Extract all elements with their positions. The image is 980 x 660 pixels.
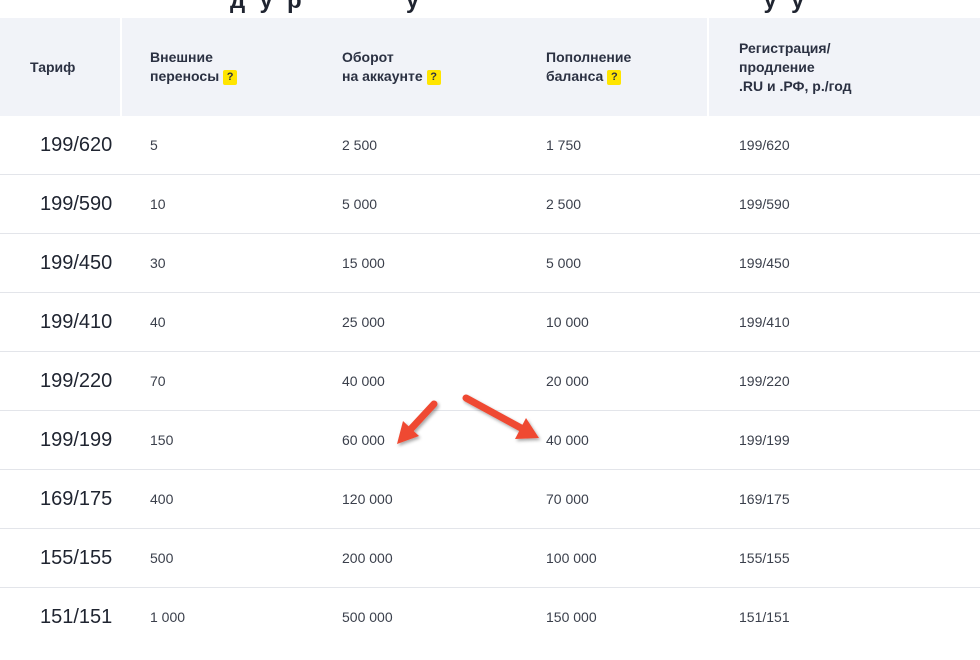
cell-topup: 40 000 bbox=[546, 432, 589, 448]
cell-turnover: 60 000 bbox=[342, 432, 385, 448]
table-row: 199/450 30 15 000 5 000 199/450 bbox=[0, 234, 980, 293]
cell-turnover: 2 500 bbox=[342, 137, 378, 153]
cell-registration: 199/199 bbox=[739, 432, 790, 448]
table-body: 199/620 5 2 500 1 750 199/620 199/590 10… bbox=[0, 116, 980, 646]
cell-transfers: 500 bbox=[150, 550, 174, 566]
cell-registration: 199/620 bbox=[739, 137, 790, 153]
cell-topup: 2 500 bbox=[546, 196, 582, 212]
cell-transfers: 40 bbox=[150, 314, 166, 330]
cell-tariff: 199/220 bbox=[40, 370, 113, 392]
table-row: 199/620 5 2 500 1 750 199/620 bbox=[0, 116, 980, 175]
help-icon[interactable]: ? bbox=[426, 70, 441, 85]
cell-topup: 150 000 bbox=[546, 609, 597, 625]
header-topup-line2: баланса bbox=[546, 68, 604, 84]
cell-tariff: 169/175 bbox=[40, 488, 113, 510]
cell-topup: 100 000 bbox=[546, 550, 597, 566]
cell-tariff: 199/199 bbox=[40, 429, 113, 451]
cell-registration: 169/175 bbox=[739, 491, 790, 507]
cell-registration: 155/155 bbox=[739, 550, 790, 566]
cell-registration: 199/450 bbox=[739, 255, 790, 271]
cell-transfers: 5 bbox=[150, 137, 158, 153]
cell-transfers: 150 bbox=[150, 432, 174, 448]
table-row: 199/410 40 25 000 10 000 199/410 bbox=[0, 293, 980, 352]
table-row: 199/590 10 5 000 2 500 199/590 bbox=[0, 175, 980, 234]
header-transfers-line1: Внешние bbox=[150, 49, 213, 65]
header-topup: Пополнение баланса? bbox=[546, 18, 631, 116]
cell-turnover: 200 000 bbox=[342, 550, 393, 566]
cell-transfers: 10 bbox=[150, 196, 166, 212]
cell-registration: 199/590 bbox=[739, 196, 790, 212]
cell-topup: 5 000 bbox=[546, 255, 582, 271]
header-divider bbox=[120, 18, 122, 116]
cell-topup: 1 750 bbox=[546, 137, 582, 153]
table-header: Тариф Внешние переносы? Оборот на аккаун… bbox=[0, 18, 980, 116]
cell-turnover: 15 000 bbox=[342, 255, 385, 271]
table-row: 151/151 1 000 500 000 150 000 151/151 bbox=[0, 588, 980, 646]
header-topup-line1: Пополнение bbox=[546, 49, 632, 65]
cell-turnover: 25 000 bbox=[342, 314, 385, 330]
header-registration-line2: продление bbox=[739, 58, 815, 75]
cell-turnover: 40 000 bbox=[342, 373, 385, 389]
header-turnover-line1: Оборот bbox=[342, 49, 394, 65]
header-divider bbox=[707, 18, 709, 116]
cell-registration: 199/220 bbox=[739, 373, 790, 389]
help-icon[interactable]: ? bbox=[607, 70, 622, 85]
header-transfers-line2: переносы bbox=[150, 68, 220, 84]
table-row: 199/220 70 40 000 20 000 199/220 bbox=[0, 352, 980, 411]
cell-tariff: 151/151 bbox=[40, 606, 113, 628]
table-row: 169/175 400 120 000 70 000 169/175 bbox=[0, 470, 980, 529]
help-icon[interactable]: ? bbox=[223, 70, 238, 85]
cell-transfers: 70 bbox=[150, 373, 166, 389]
table-row: 199/199 150 60 000 40 000 199/199 bbox=[0, 411, 980, 470]
cell-transfers: 1 000 bbox=[150, 609, 186, 625]
header-turnover: Оборот на аккаунте? bbox=[342, 18, 441, 116]
cell-transfers: 30 bbox=[150, 255, 166, 271]
header-registration: Регистрация/ продление .RU и .РФ, р./год bbox=[739, 18, 852, 116]
cell-topup: 10 000 bbox=[546, 314, 589, 330]
header-registration-line3: .RU и .РФ, р./год bbox=[739, 77, 852, 94]
page-title-cut: дурууу bbox=[230, 0, 805, 14]
cell-tariff: 199/620 bbox=[40, 134, 113, 156]
cell-transfers: 400 bbox=[150, 491, 174, 507]
cell-turnover: 120 000 bbox=[342, 491, 393, 507]
cell-topup: 20 000 bbox=[546, 373, 589, 389]
header-tariff-label: Тариф bbox=[30, 58, 76, 75]
cell-registration: 151/151 bbox=[739, 609, 790, 625]
header-registration-line1: Регистрация/ bbox=[739, 39, 831, 56]
header-turnover-line2: на аккаунте bbox=[342, 68, 423, 84]
header-transfers: Внешние переносы? bbox=[150, 18, 238, 116]
cell-tariff: 199/590 bbox=[40, 193, 113, 215]
header-tariff: Тариф bbox=[30, 18, 75, 116]
tariff-page: дурууу Тариф Внешние переносы? Оборот на… bbox=[0, 0, 980, 660]
cell-turnover: 5 000 bbox=[342, 196, 378, 212]
cell-tariff: 199/450 bbox=[40, 252, 113, 274]
cell-turnover: 500 000 bbox=[342, 609, 393, 625]
table-row: 155/155 500 200 000 100 000 155/155 bbox=[0, 529, 980, 588]
cell-tariff: 199/410 bbox=[40, 311, 113, 333]
cell-registration: 199/410 bbox=[739, 314, 790, 330]
cell-topup: 70 000 bbox=[546, 491, 589, 507]
cell-tariff: 155/155 bbox=[40, 547, 113, 569]
